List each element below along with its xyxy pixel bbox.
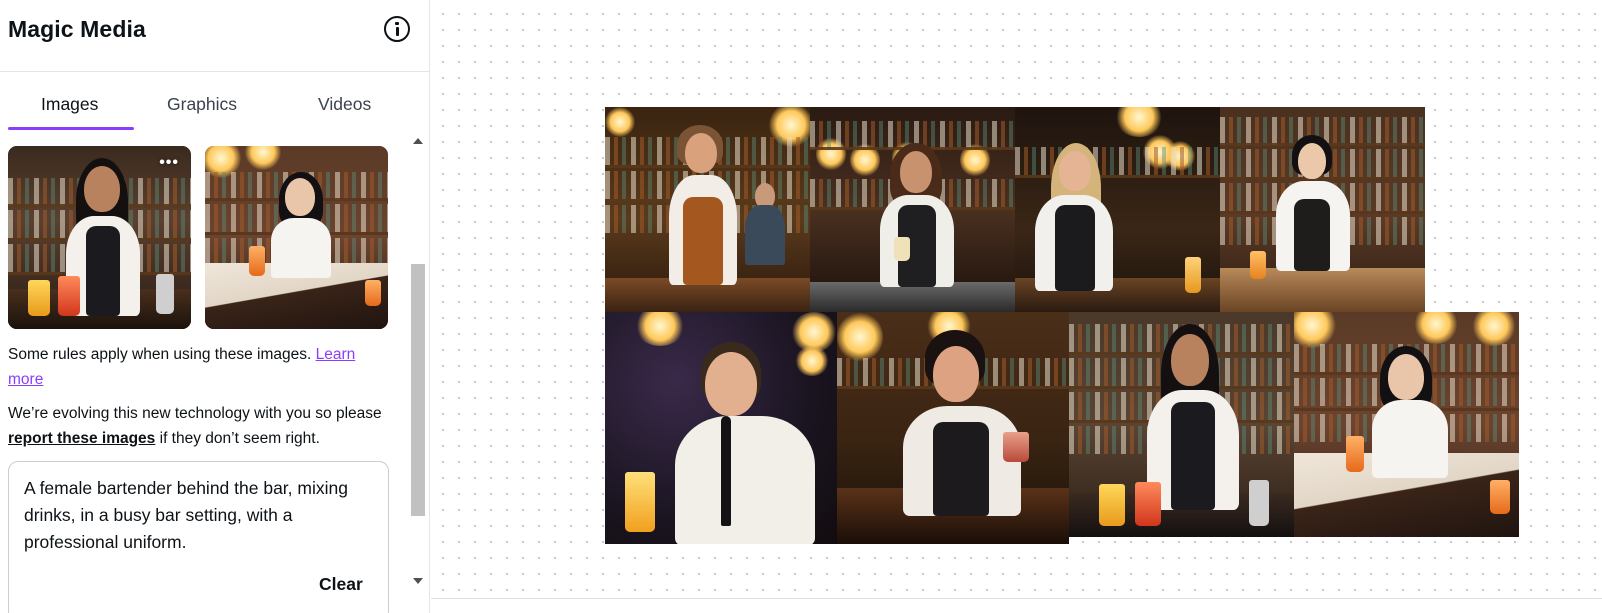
canvas-image[interactable] xyxy=(1015,107,1220,312)
feedback-text-pre: We’re evolving this new technology with … xyxy=(8,405,382,422)
media-tabs: Images Graphics Videos xyxy=(0,72,429,130)
tab-videos[interactable]: Videos xyxy=(318,94,371,115)
scroll-up-arrow-icon[interactable] xyxy=(413,138,423,144)
prompt-input[interactable]: A female bartender behind the bar, mixin… xyxy=(8,461,389,613)
canvas-image[interactable] xyxy=(605,107,810,312)
result-thumbnail[interactable]: ••• xyxy=(8,146,191,329)
scrollbar-thumb[interactable] xyxy=(411,264,425,516)
scroll-down-arrow-icon[interactable] xyxy=(413,578,423,584)
canvas-image[interactable] xyxy=(810,107,1015,312)
tab-graphics[interactable]: Graphics xyxy=(167,94,237,115)
info-icon[interactable] xyxy=(384,16,410,42)
canvas-image[interactable] xyxy=(1220,107,1425,312)
usage-rules-notice: Some rules apply when using these images… xyxy=(8,343,388,392)
design-canvas[interactable] xyxy=(431,0,1602,598)
canvas-image[interactable] xyxy=(605,312,837,544)
feedback-notice: We’re evolving this new technology with … xyxy=(8,402,388,451)
canvas-image[interactable] xyxy=(1069,312,1294,537)
clear-button[interactable]: Clear xyxy=(319,574,363,595)
canvas-image[interactable] xyxy=(837,312,1069,544)
canvas-footer xyxy=(431,598,1602,613)
panel-scrollbar[interactable] xyxy=(408,130,428,600)
feedback-text-post: if they don’t seem right. xyxy=(159,429,320,447)
rules-text: Some rules apply when using these images… xyxy=(8,346,312,363)
magic-media-panel: Magic Media Images Graphics Videos ••• S… xyxy=(0,0,430,613)
report-images-link[interactable]: report these images xyxy=(8,430,155,447)
prompt-text[interactable]: A female bartender behind the bar, mixin… xyxy=(24,475,373,556)
panel-title: Magic Media xyxy=(8,16,146,42)
more-options-icon[interactable]: ••• xyxy=(159,154,179,172)
canvas-image[interactable] xyxy=(1294,312,1519,537)
panel-header: Magic Media xyxy=(0,0,429,72)
result-thumbnail[interactable] xyxy=(205,146,388,329)
tab-images[interactable]: Images xyxy=(41,94,98,115)
results-scroll-area: ••• Some rules apply when using these im… xyxy=(0,130,429,613)
